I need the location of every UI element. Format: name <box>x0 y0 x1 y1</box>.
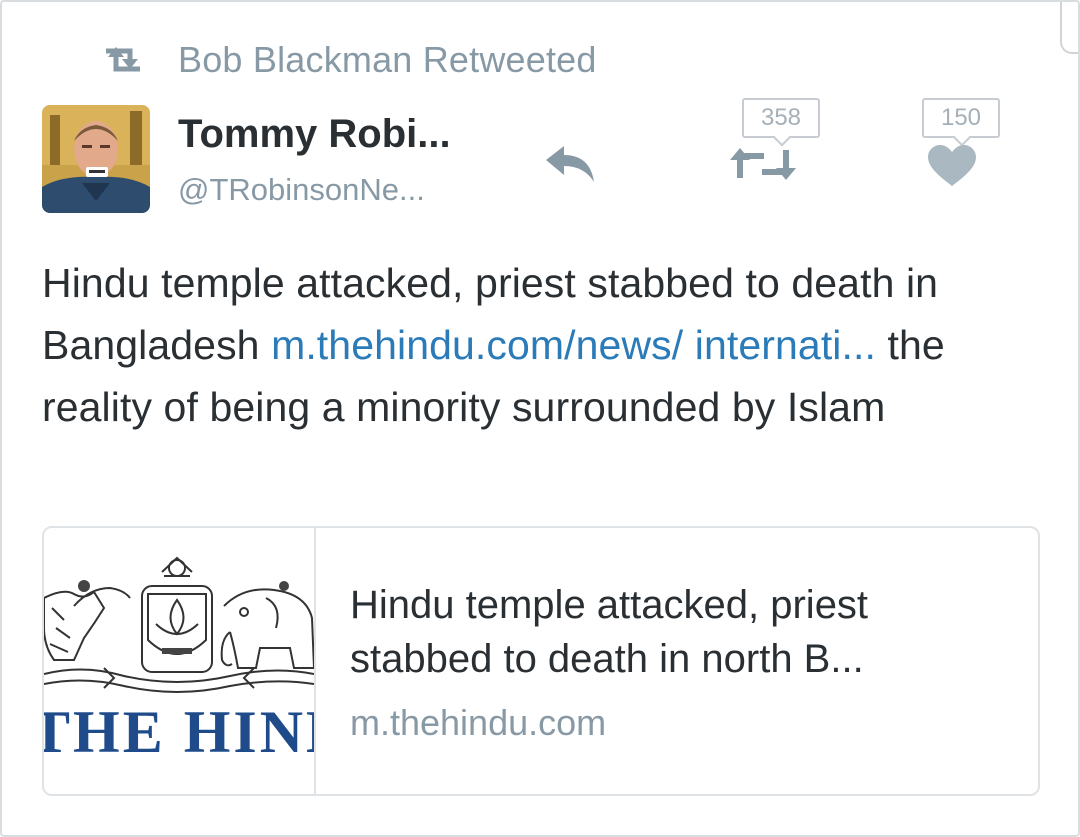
avatar-image <box>42 105 150 213</box>
retweet-icon <box>106 47 140 72</box>
reply-icon[interactable] <box>542 142 600 186</box>
author-handle[interactable]: @TRobinsonNe... <box>178 172 425 208</box>
masthead-logo: THE HINDU <box>44 699 314 765</box>
heart-icon[interactable] <box>926 144 978 188</box>
tweet-container: Bob Blackman Retweeted Tommy Robi... @TR… <box>0 0 1080 837</box>
scrollbar-corner <box>1060 2 1078 54</box>
card-thumbnail: THE HINDU <box>44 528 316 794</box>
card-title[interactable]: Hindu temple attacked, priest stabbed to… <box>350 578 1020 686</box>
retweet-context[interactable]: Bob Blackman Retweeted <box>102 38 597 82</box>
retweet-button[interactable] <box>730 144 796 184</box>
card-domain: m.thehindu.com <box>350 702 607 743</box>
tweet-link[interactable]: m.thehindu.com/news/ internati... <box>271 322 876 368</box>
retweet-context-text: Bob Blackman Retweeted <box>178 39 597 80</box>
link-card[interactable]: THE HINDU Hindu temple attacked, priest … <box>42 526 1040 796</box>
tweet-text: Hindu temple attacked, priest stabbed to… <box>42 252 1052 438</box>
author-name[interactable]: Tommy Robi... <box>178 112 451 157</box>
masthead-emblem <box>44 556 314 693</box>
avatar[interactable] <box>42 105 150 213</box>
